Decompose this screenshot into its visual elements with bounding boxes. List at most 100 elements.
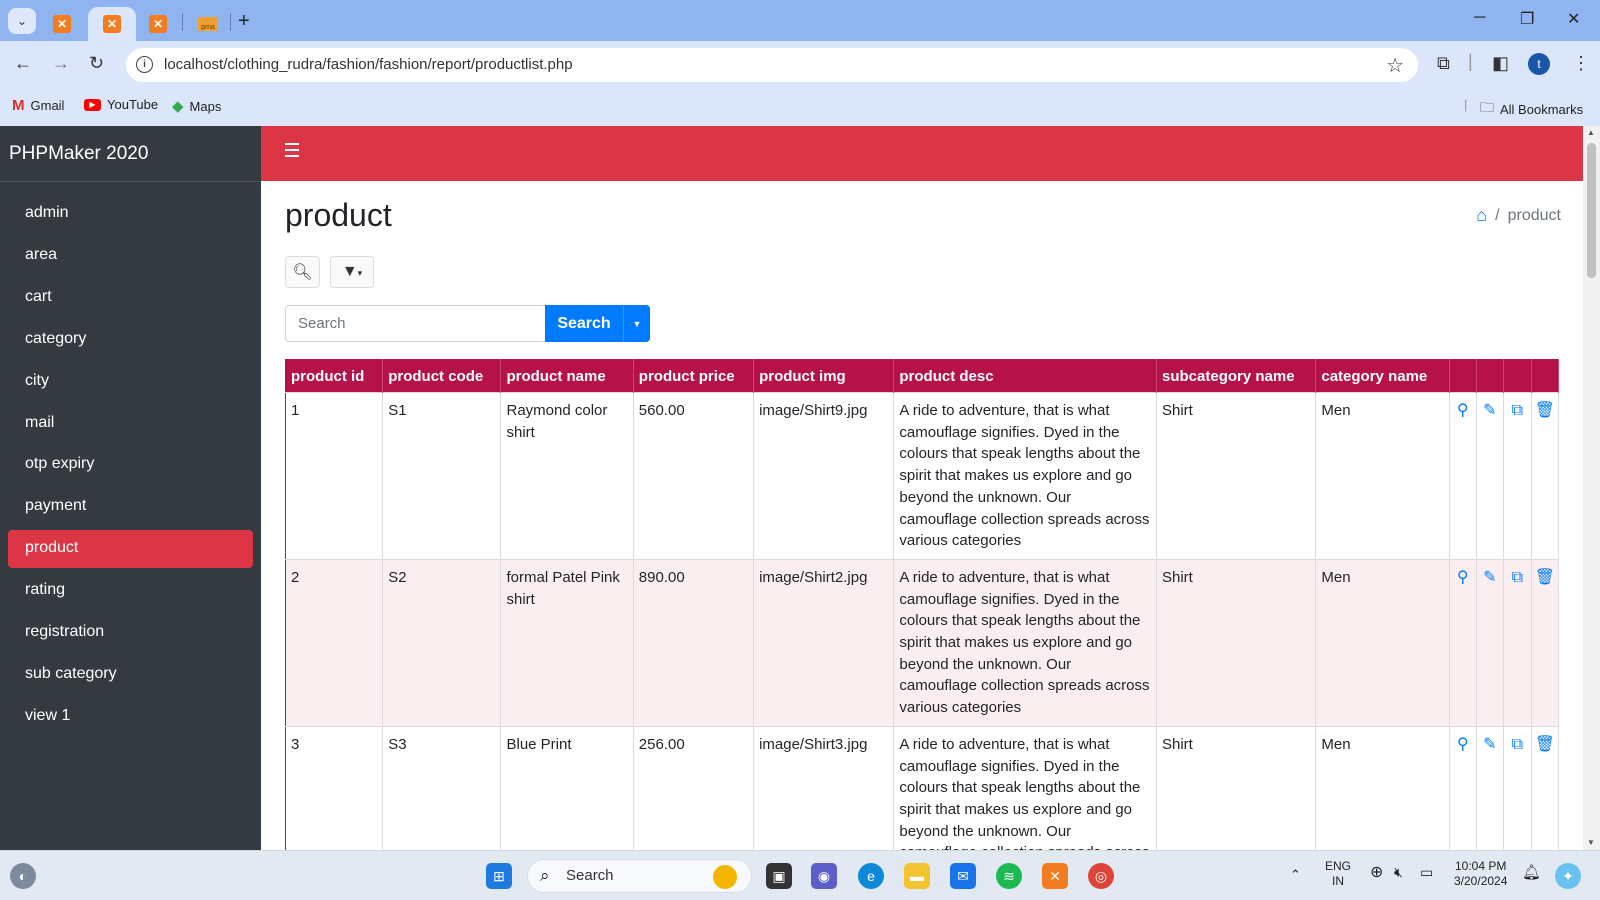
tab-search-button[interactable]: ⌄	[8, 8, 36, 34]
spotify-icon[interactable]: ≋	[996, 863, 1022, 889]
profile-avatar[interactable]: t	[1528, 53, 1550, 75]
battery-icon[interactable]: ▭	[1420, 865, 1433, 880]
forward-arrow-icon[interactable]: →	[52, 53, 70, 74]
reload-icon[interactable]: ↻	[89, 53, 104, 74]
sidebar-item-area[interactable]: area	[8, 237, 253, 275]
tray-overflow-icon[interactable]: ⌃	[1290, 867, 1301, 882]
minimize-button[interactable]: ─	[1474, 9, 1485, 27]
clock[interactable]: 10:04 PM 3/20/2024	[1454, 859, 1507, 889]
xampp-icon: ✕	[103, 15, 121, 33]
sidebar-item-product[interactable]: product	[8, 530, 253, 569]
xampp-icon: ✕	[149, 15, 167, 33]
taskbar-search-box[interactable]: ⌕ Search	[527, 859, 752, 893]
chrome-taskbar-icon[interactable]: ◎	[1088, 863, 1114, 889]
delete-icon[interactable]: 🗑︎	[1531, 392, 1560, 560]
browser-menu-icon[interactable]: ⋮	[1572, 53, 1590, 74]
cell-price: 256.00	[633, 725, 755, 850]
network-icon[interactable]: ⊕	[1370, 865, 1383, 881]
close-window-button[interactable]: ✕	[1567, 9, 1580, 29]
phpmyadmin-icon: pma	[198, 17, 218, 31]
cell-subcategory: Shirt	[1156, 392, 1317, 560]
sidebar-item-rating[interactable]: rating	[8, 572, 253, 610]
sidebar-item-admin[interactable]: admin	[8, 195, 253, 233]
sidebar-item-otp-expiry[interactable]: otp expiry	[8, 446, 253, 484]
mail-icon[interactable]: ✉	[950, 863, 976, 889]
scroll-down-arrow[interactable]: ▼	[1587, 838, 1595, 847]
column-header[interactable]: product desc	[893, 359, 1157, 393]
delete-icon[interactable]: 🗑︎	[1531, 558, 1560, 727]
copy-icon[interactable]: ⧉	[1503, 558, 1532, 727]
bookmark-star-icon[interactable]: ☆	[1386, 53, 1404, 78]
volume-muted-icon[interactable]: 🔇︎	[1394, 865, 1403, 880]
breadcrumb-separator: /	[1495, 206, 1500, 224]
language-code: ENG	[1325, 859, 1352, 873]
search-toggle-button[interactable]: 🔍︎	[285, 256, 320, 288]
sidebar-item-city[interactable]: city	[8, 363, 253, 401]
sidebar-item-cart[interactable]: cart	[8, 279, 253, 317]
browser-tab-1[interactable]: ✕	[42, 7, 82, 41]
language-indicator[interactable]: ENG IN	[1325, 859, 1351, 889]
search-highlight-icon	[713, 865, 737, 889]
edge-browser-icon[interactable]: e	[858, 863, 884, 889]
sidebar-item-sub-category[interactable]: sub category	[8, 656, 253, 694]
bookmark-maps[interactable]: ◆ Maps	[172, 97, 221, 115]
file-explorer-icon[interactable]: ▬	[904, 863, 930, 889]
sidebar-item-registration[interactable]: registration	[8, 614, 253, 652]
site-info-icon[interactable]: i	[136, 56, 153, 73]
copilot-icon[interactable]: ✦	[1555, 863, 1581, 889]
filter-dropdown-button[interactable]: ▼▾	[330, 256, 374, 288]
edit-icon[interactable]: ✎	[1476, 558, 1504, 727]
sidebar-item-category[interactable]: category	[8, 321, 253, 359]
windows-start-icon[interactable]: ⊞	[486, 863, 512, 889]
browser-tab-3[interactable]: ✕	[138, 7, 178, 41]
column-header[interactable]: category name	[1315, 359, 1450, 393]
view-icon[interactable]: ⚲	[1449, 392, 1477, 560]
new-tab-button[interactable]: +	[238, 10, 250, 33]
page-scrollbar[interactable]: ▲ ▼	[1583, 126, 1600, 850]
xampp-taskbar-icon[interactable]: ✕	[1042, 863, 1068, 889]
notification-bell-icon[interactable]: 🔔︎	[1522, 865, 1541, 880]
tab-separator	[230, 13, 231, 31]
widgets-icon[interactable]: ◐	[10, 863, 36, 889]
column-header[interactable]: product id	[285, 359, 384, 393]
url-bar[interactable]: i localhost/clothing_rudra/fashion/fashi…	[126, 48, 1418, 82]
edit-icon[interactable]: ✎	[1476, 725, 1504, 850]
edit-icon[interactable]: ✎	[1476, 392, 1504, 560]
search-button[interactable]: Search	[545, 305, 623, 342]
column-header[interactable]: product img	[753, 359, 895, 393]
scroll-thumb[interactable]	[1587, 143, 1596, 278]
hamburger-menu-icon[interactable]	[285, 143, 301, 157]
url-text[interactable]: localhost/clothing_rudra/fashion/fashion…	[164, 56, 573, 73]
sidebar-item-view-1[interactable]: view 1	[8, 698, 253, 736]
task-view-icon[interactable]: ▣	[766, 863, 792, 889]
column-header[interactable]: product price	[633, 359, 755, 393]
extensions-icon[interactable]: ⧉	[1437, 53, 1450, 74]
all-bookmarks[interactable]: 🗀 All Bookmarks	[1480, 97, 1583, 121]
browser-tab-4[interactable]: pma	[188, 7, 228, 41]
column-header[interactable]: subcategory name	[1156, 359, 1317, 393]
brand-title[interactable]: PHPMaker 2020	[0, 126, 261, 182]
home-icon[interactable]: ⌂	[1476, 205, 1487, 226]
copy-icon[interactable]: ⧉	[1503, 392, 1532, 560]
sidebar-item-payment[interactable]: payment	[8, 488, 253, 526]
search-options-dropdown[interactable]: ▼	[623, 305, 650, 342]
copy-icon[interactable]: ⧉	[1503, 725, 1532, 850]
cell-name: formal Patel Pink shirt	[500, 558, 634, 727]
search-input[interactable]	[285, 305, 546, 342]
browser-tab-2-active[interactable]: ✕	[88, 7, 136, 41]
teams-chat-icon[interactable]: ◉	[811, 863, 837, 889]
column-header[interactable]: product code	[382, 359, 502, 393]
cell-desc: A ride to adventure, that is what camouf…	[893, 558, 1157, 727]
column-header[interactable]: product name	[500, 359, 634, 393]
sidebar-item-mail[interactable]: mail	[8, 405, 253, 443]
view-icon[interactable]: ⚲	[1449, 725, 1477, 850]
folder-icon: 🗀	[1480, 99, 1494, 115]
restore-button[interactable]: ❐	[1520, 9, 1534, 29]
delete-icon[interactable]: 🗑︎	[1531, 725, 1560, 850]
bookmark-gmail[interactable]: M Gmail	[12, 97, 64, 114]
back-arrow-icon[interactable]: ←	[14, 53, 32, 74]
side-panel-icon[interactable]: ◧	[1492, 53, 1509, 74]
bookmark-youtube[interactable]: ▶ YouTube	[84, 97, 158, 112]
scroll-up-arrow[interactable]: ▲	[1587, 128, 1595, 137]
view-icon[interactable]: ⚲	[1449, 558, 1477, 727]
